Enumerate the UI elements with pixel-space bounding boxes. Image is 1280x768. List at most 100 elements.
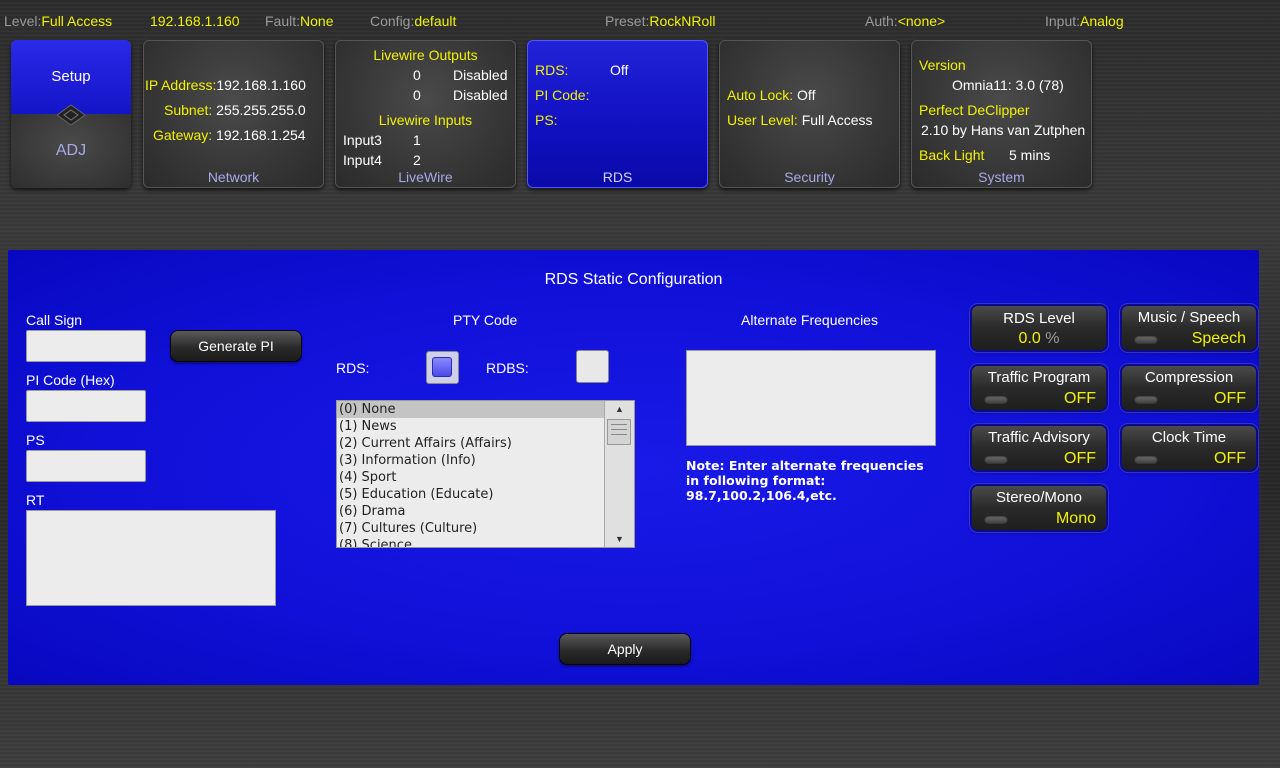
declipper-value: 2.10 by Hans van Zutphen xyxy=(921,122,1086,138)
pty-list-item[interactable]: (5) Education (Educate) xyxy=(337,486,605,503)
pty-list-item[interactable]: (7) Cultures (Culture) xyxy=(337,520,605,537)
config-label: Config: xyxy=(370,13,415,29)
pty-list-item[interactable]: (1) News xyxy=(337,418,605,435)
rds-level-control[interactable]: RDS Level 0.0 % xyxy=(972,306,1106,350)
apply-button[interactable]: Apply xyxy=(560,634,690,664)
input-label: Input: xyxy=(1045,13,1081,29)
autolock-value: Off xyxy=(797,87,816,103)
rds-label: RDS: xyxy=(535,62,569,78)
pty-list-item[interactable]: (4) Sport xyxy=(337,469,605,486)
panel-title: RDS Static Configuration xyxy=(544,271,723,288)
rt-textarea[interactable] xyxy=(26,510,276,606)
af-note: Note: Enter alternate frequencies in fol… xyxy=(686,458,924,503)
version-value: Omnia11: 3.0 (78) xyxy=(952,77,1064,93)
livewire-inputs-title: Livewire Inputs xyxy=(378,112,473,128)
music-speech-toggle[interactable]: Music / Speech Speech xyxy=(1122,306,1256,350)
setup-tile[interactable]: Setup ADJ xyxy=(11,40,131,188)
setup-button[interactable]: Setup xyxy=(11,40,131,114)
call-sign-input[interactable] xyxy=(26,330,146,362)
system-footer: System xyxy=(978,169,1025,185)
version-label: Version xyxy=(919,57,966,73)
af-note-line2: in following format: xyxy=(686,473,826,488)
af-note-line3: 98.7,100.2,106.4,etc. xyxy=(686,488,837,503)
status-preset: Preset:RockNRoll xyxy=(605,13,715,29)
compression-toggle[interactable]: Compression OFF xyxy=(1122,366,1256,410)
pi-code-input[interactable] xyxy=(26,390,146,422)
ps-input[interactable] xyxy=(26,450,146,482)
compression-value: OFF xyxy=(1214,390,1246,407)
traffic-advisory-value: OFF xyxy=(1064,450,1096,467)
rdbs-checkbox[interactable] xyxy=(576,350,609,383)
subnet-label: Subnet: xyxy=(164,102,213,118)
rds-checkbox[interactable] xyxy=(426,351,459,384)
stereo-mono-toggle[interactable]: Stereo/Mono Mono xyxy=(972,486,1106,530)
system-tile[interactable]: Version Omnia11: 3.0 (78) Perfect DeClip… xyxy=(911,40,1092,188)
generate-pi-button[interactable]: Generate PI xyxy=(171,331,301,361)
scroll-down-arrow-icon[interactable]: ▼ xyxy=(605,531,634,547)
compression-title: Compression xyxy=(1144,369,1234,386)
pty-code-title: PTY Code xyxy=(453,312,518,328)
rt-label: RT xyxy=(26,492,45,508)
rds-check-mark-icon xyxy=(432,357,452,377)
userlevel-label: User Level: xyxy=(727,112,798,128)
ps-label: PS: xyxy=(535,112,558,128)
clock-time-value: OFF xyxy=(1214,450,1246,467)
fault-value: None xyxy=(300,13,334,29)
pty-items: (0) None (1) News (2) Current Affairs (Aff… xyxy=(337,401,605,547)
clock-time-toggle[interactable]: Clock Time OFF xyxy=(1122,426,1256,470)
traffic-program-title: Traffic Program xyxy=(987,369,1091,386)
ip-value: 192.168.1.160 xyxy=(216,77,306,93)
network-tile[interactable]: IP Address:192.168.1.160 Subnet: 255.255… xyxy=(143,40,324,188)
pty-list-item[interactable]: (6) Drama xyxy=(337,503,605,520)
omnia-logo-icon xyxy=(56,104,86,126)
af-title: Alternate Frequencies xyxy=(741,312,878,328)
adj-label: ADJ xyxy=(55,142,87,159)
rds-tile[interactable]: RDS: Off PI Code: PS: RDS xyxy=(527,40,708,188)
rds-level-title: RDS Level xyxy=(1003,310,1075,327)
in2-val: 2 xyxy=(413,152,421,168)
rds-config-panel: RDS Static Configuration Call Sign Gener… xyxy=(8,250,1259,685)
traffic-program-led-icon xyxy=(984,395,1008,404)
traffic-advisory-toggle[interactable]: Traffic Advisory OFF xyxy=(972,426,1106,470)
pty-scrollbar[interactable]: ▲ ▼ xyxy=(604,401,634,547)
rds-value: Off xyxy=(610,62,629,78)
security-footer: Security xyxy=(784,169,835,185)
scroll-thumb[interactable] xyxy=(607,419,631,445)
out1-num: 0 xyxy=(413,67,421,83)
status-config: Config:default xyxy=(370,13,456,29)
network-footer: Network xyxy=(207,169,260,185)
scroll-up-arrow-icon[interactable]: ▲ xyxy=(605,401,634,417)
security-tile[interactable]: Auto Lock: Off User Level: Full Access S… xyxy=(719,40,900,188)
rdbs-check-label: RDBS: xyxy=(486,360,529,376)
setup-label: Setup xyxy=(51,68,91,85)
traffic-advisory-title: Traffic Advisory xyxy=(988,429,1090,446)
traffic-program-toggle[interactable]: Traffic Program OFF xyxy=(972,366,1106,410)
rds-level-number: 0.0 xyxy=(1018,330,1041,347)
stereo-mono-led-icon xyxy=(984,515,1008,524)
preset-value: RockNRoll xyxy=(649,13,716,29)
pty-listbox[interactable]: (0) None (1) News (2) Current Affairs (Aff… xyxy=(336,400,635,548)
ip-label: IP Address: xyxy=(145,77,217,93)
input-value: Analog xyxy=(1080,13,1124,29)
gateway-label: Gateway: xyxy=(153,127,213,143)
pi-code-label: PI Code: xyxy=(535,87,590,103)
livewire-footer: LiveWire xyxy=(398,169,453,185)
ps-field-label: PS xyxy=(26,432,45,448)
clock-time-title: Clock Time xyxy=(1151,429,1227,446)
status-input: Input:Analog xyxy=(1045,13,1124,29)
status-level: Level:Full Access xyxy=(4,13,112,29)
status-ip: 192.168.1.160 xyxy=(150,13,240,29)
auth-value: <none> xyxy=(897,13,946,29)
pty-list-item[interactable]: (0) None xyxy=(337,401,605,418)
music-speech-title: Music / Speech xyxy=(1137,309,1241,326)
pty-list-item[interactable]: (3) Information (Info) xyxy=(337,452,605,469)
level-label: Level: xyxy=(4,13,42,29)
livewire-tile[interactable]: Livewire Outputs 0 Disabled 0 Disabled L… xyxy=(335,40,516,188)
af-textarea[interactable] xyxy=(686,350,936,446)
pty-list-item[interactable]: (2) Current Affairs (Affairs) xyxy=(337,435,605,452)
pty-list-item[interactable]: (8) Science xyxy=(337,537,605,547)
declipper-label: Perfect DeClipper xyxy=(919,102,1030,118)
stereo-mono-title: Stereo/Mono xyxy=(996,489,1082,506)
preset-label: Preset: xyxy=(605,13,650,29)
status-auth: Auth:<none> xyxy=(865,13,945,29)
